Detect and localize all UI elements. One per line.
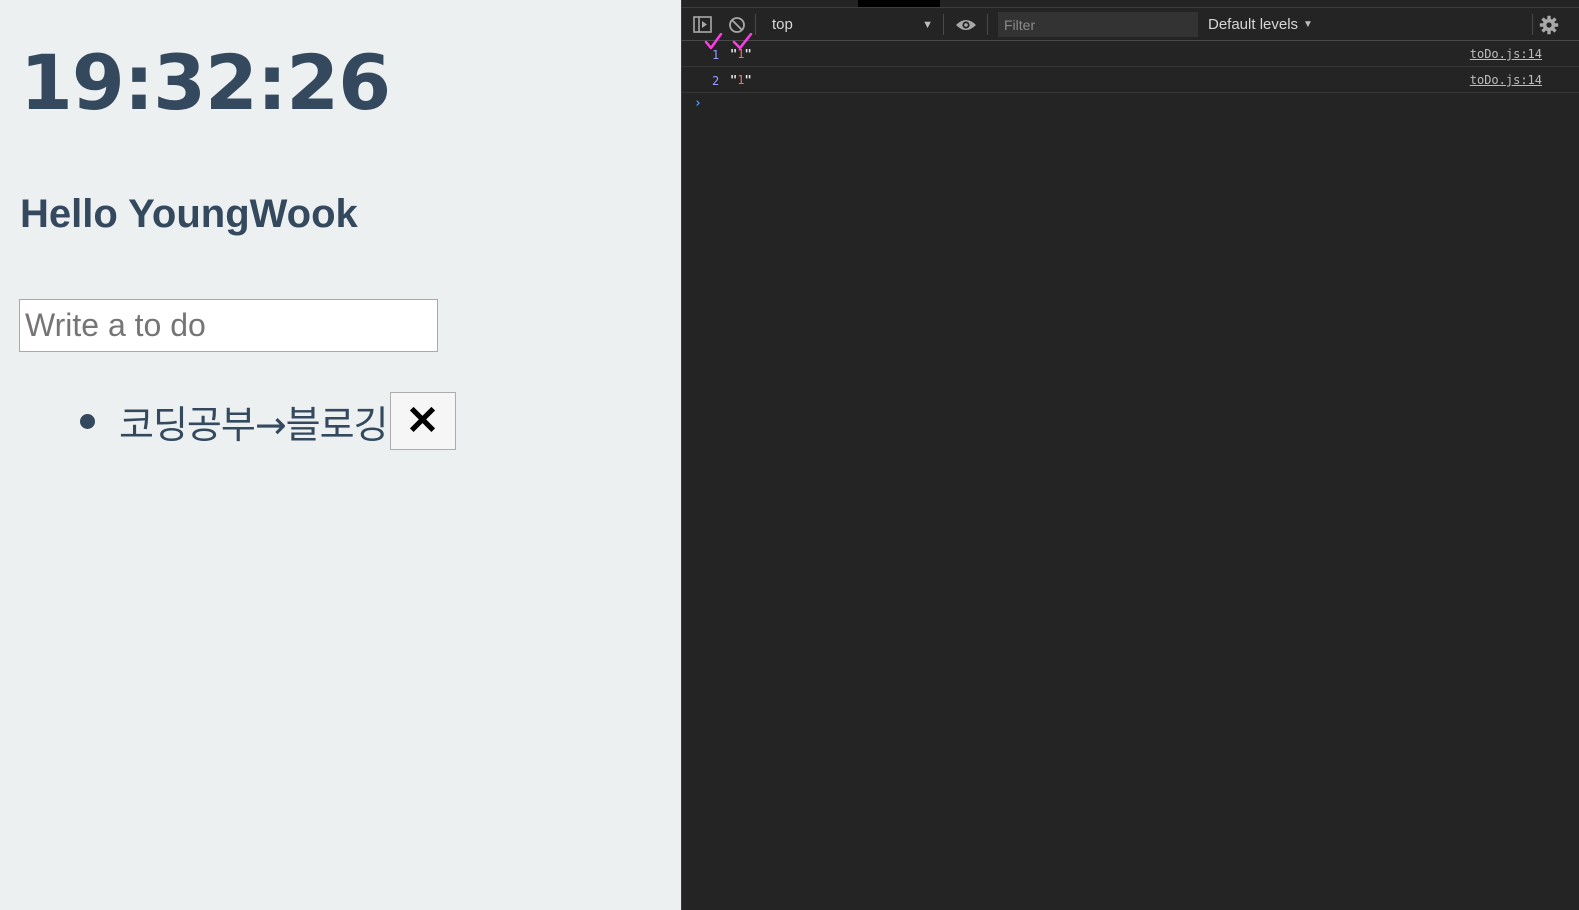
log-source-link[interactable]: toDo.js:14 (1470, 47, 1542, 61)
eye-icon (956, 19, 976, 30)
toolbar-divider (755, 14, 756, 35)
console-prompt[interactable]: › (682, 93, 1579, 115)
context-label: top (772, 16, 793, 33)
check-annotation-icon (732, 33, 753, 50)
prompt-caret-icon: › (694, 96, 702, 111)
log-levels-label: Default levels (1208, 16, 1299, 33)
todo-item: 코딩공부→블로깅 ✕ (80, 392, 456, 450)
devtools-console-panel: top ▼ Default levels ▼ (681, 0, 1579, 910)
toolbar-divider (1532, 14, 1533, 35)
log-source-link[interactable]: toDo.js:14 (1470, 73, 1542, 87)
log-line-number: 2 (712, 74, 720, 88)
delete-todo-button[interactable]: ✕ (389, 392, 456, 450)
toolbar-divider (943, 14, 944, 35)
live-expression-button[interactable] (955, 8, 977, 41)
gear-icon (1539, 15, 1559, 34)
todo-input[interactable] (19, 299, 438, 352)
bullet-icon (80, 413, 95, 429)
console-settings-button[interactable] (1539, 8, 1559, 41)
todo-text: 코딩공부→블로깅 (119, 402, 389, 447)
active-tab-indicator (858, 0, 940, 7)
todo-app: 19:32:26 Hello YoungWook 코딩공부→블로깅 ✕ (0, 0, 681, 910)
clear-console-icon (729, 16, 745, 33)
greeting: Hello YoungWook (20, 192, 358, 236)
toolbar-divider (987, 14, 988, 35)
log-message: "1" (730, 73, 752, 87)
console-output: 1 "1" toDo.js:14 2 "1" toDo.js:14 › (682, 41, 1579, 115)
log-row: 1 "1" toDo.js:14 (682, 41, 1579, 67)
context-selector[interactable]: top ▼ (762, 8, 937, 41)
log-levels-dropdown[interactable]: Default levels ▼ (1208, 8, 1313, 41)
dropdown-arrow-icon: ▼ (1303, 19, 1313, 30)
check-annotation-icon (704, 33, 723, 50)
console-toolbar: top ▼ Default levels ▼ (682, 7, 1579, 41)
dropdown-arrow-icon: ▼ (922, 18, 933, 31)
sidebar-toggle-icon (693, 15, 712, 33)
clock: 19:32:26 (20, 38, 391, 127)
log-row: 2 "1" toDo.js:14 (682, 67, 1579, 93)
filter-input[interactable] (998, 12, 1198, 37)
